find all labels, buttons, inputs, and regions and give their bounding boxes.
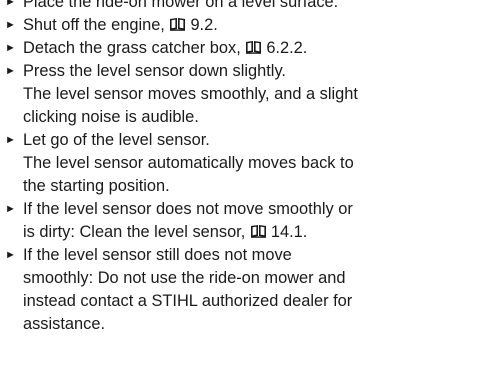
reference-number: 9.2.: [190, 16, 218, 34]
step-text: Shut off the engine,: [23, 16, 165, 34]
step-result-line: clicking noise is audible.: [23, 108, 199, 126]
step-line: If the level sensor still does not move: [23, 246, 292, 264]
step-line: Detach the grass catcher box, 6.2.2.: [23, 37, 468, 60]
step-result-line: The level sensor automatically moves bac…: [23, 154, 354, 172]
instruction-step-list: ► Place the ride-on mower on a level sur…: [0, 0, 481, 336]
step-line: Place the ride-on mower on a level surfa…: [23, 0, 339, 11]
bullet-icon: ►: [5, 19, 16, 31]
step-line: If the level sensor does not move smooth…: [23, 200, 353, 218]
step-line: smoothly: Do not use the ride-on mower a…: [23, 269, 346, 287]
step-press-sensor: ► Press the level sensor down slightly. …: [0, 60, 468, 129]
section-reference[interactable]: 9.2.: [169, 16, 218, 34]
step-result-line: the starting position.: [23, 177, 170, 195]
step-line: assistance.: [23, 315, 105, 333]
bullet-icon: ►: [5, 134, 16, 146]
book-icon: [245, 40, 262, 54]
step-text: Detach the grass catcher box,: [23, 39, 241, 57]
step-line: Let go of the level sensor.: [23, 131, 210, 149]
step-contact-dealer: ► If the level sensor still does not mov…: [0, 244, 468, 336]
step-line: is dirty: Clean the level sensor, 14.1.: [23, 221, 468, 244]
book-icon: [250, 224, 267, 238]
reference-number: 14.1.: [270, 223, 308, 241]
bullet-icon: ►: [5, 249, 16, 261]
instruction-page: ► Place the ride-on mower on a level sur…: [0, 0, 481, 336]
bullet-icon: ►: [5, 203, 16, 215]
section-reference[interactable]: 14.1.: [250, 223, 307, 241]
step-line: instead contact a STIHL authorized deale…: [23, 292, 353, 310]
step-line: Shut off the engine, 9.2.: [23, 14, 468, 37]
step-shut-off-engine: ► Shut off the engine, 9.2.: [0, 14, 468, 37]
step-line: Press the level sensor down slightly.: [23, 62, 286, 80]
bullet-icon: ►: [5, 42, 16, 54]
step-clean-sensor: ► If the level sensor does not move smoo…: [0, 198, 468, 244]
step-result-line: The level sensor moves smoothly, and a s…: [23, 85, 358, 103]
book-icon: [169, 17, 186, 31]
step-text: is dirty: Clean the level sensor,: [23, 223, 246, 241]
step-detach-catcher: ► Detach the grass catcher box, 6.2.2.: [0, 37, 468, 60]
bullet-icon: ►: [5, 65, 16, 77]
step-place-mower: ► Place the ride-on mower on a level sur…: [0, 0, 468, 14]
section-reference[interactable]: 6.2.2.: [245, 39, 307, 57]
reference-number: 6.2.2.: [266, 39, 308, 57]
bullet-icon: ►: [5, 0, 16, 8]
step-release-sensor: ► Let go of the level sensor. The level …: [0, 129, 468, 198]
